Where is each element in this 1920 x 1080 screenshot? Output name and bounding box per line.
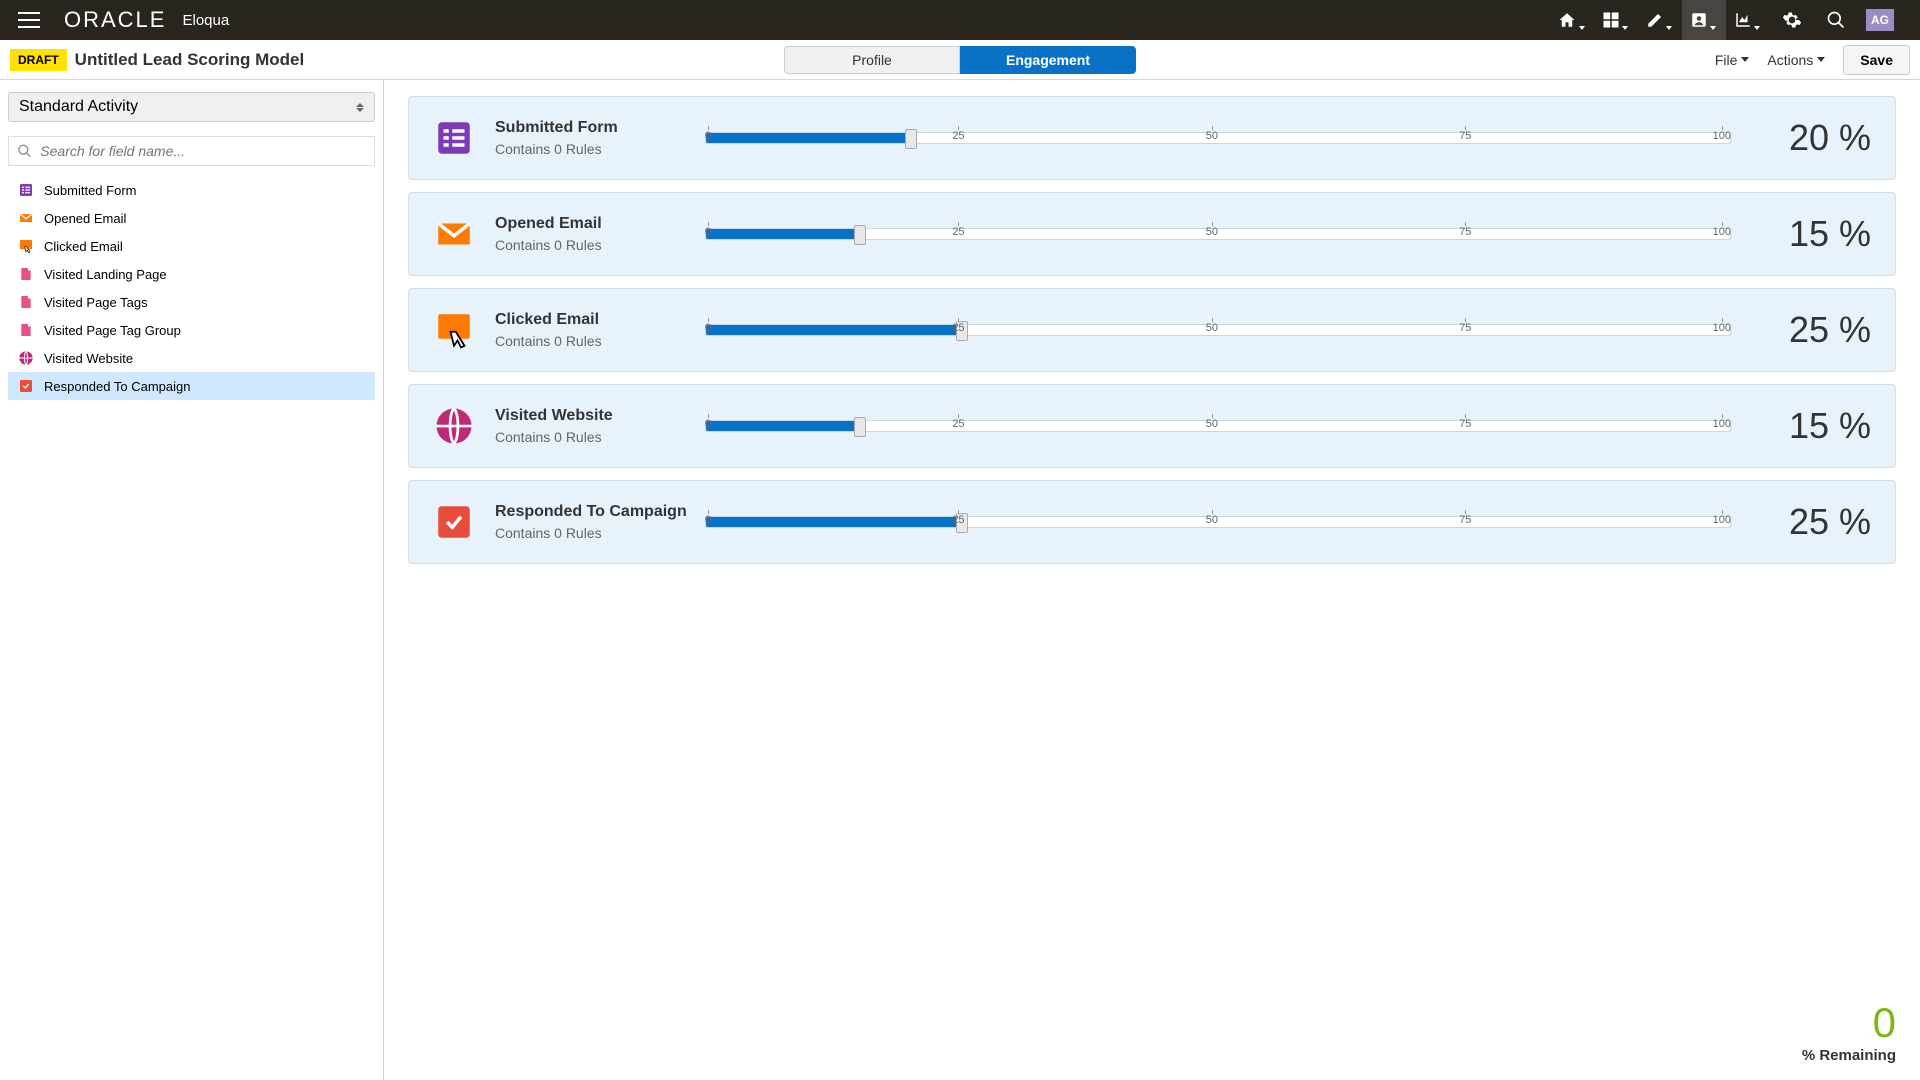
search-icon[interactable] (1814, 0, 1858, 40)
card-subtitle: Contains 0 Rules (495, 525, 705, 541)
sidebar-item[interactable]: Visited Website (8, 344, 375, 372)
globe-icon (18, 350, 34, 366)
sidebar-item-label: Visited Page Tag Group (44, 323, 181, 338)
sidebar: Standard Activity Submitted Form Opened E… (0, 80, 384, 1080)
page-icon (18, 322, 34, 338)
sidebar-item-label: Clicked Email (44, 239, 123, 254)
save-button[interactable]: Save (1843, 45, 1910, 75)
card-subtitle: Contains 0 Rules (495, 141, 705, 157)
actions-menu[interactable]: Actions (1767, 52, 1825, 68)
activity-type-label: Standard Activity (19, 98, 138, 116)
dashboard-icon[interactable] (1594, 0, 1638, 40)
weight-card: Responded To Campaign Contains 0 Rules025… (408, 480, 1896, 564)
slider-ticks: 0255075100 (705, 514, 1731, 526)
sidebar-item[interactable]: Responded To Campaign (8, 372, 375, 400)
envelope-icon (433, 213, 475, 255)
tab-profile[interactable]: Profile (784, 46, 960, 74)
weight-slider[interactable]: 0255075100 (705, 500, 1731, 544)
percent-remaining: 0 % Remaining (1802, 999, 1896, 1064)
sidebar-item[interactable]: Visited Landing Page (8, 260, 375, 288)
edit-icon[interactable] (1638, 0, 1682, 40)
card-title: Clicked Email (495, 311, 705, 329)
search-icon (17, 143, 32, 159)
weight-percent: 15 % (1731, 405, 1871, 447)
card-title: Submitted Form (495, 119, 705, 137)
global-header: ORACLE Eloqua AG (0, 0, 1920, 40)
sidebar-item-label: Submitted Form (44, 183, 136, 198)
weight-card: Opened Email Contains 0 Rules025507510015… (408, 192, 1896, 276)
sidebar-item-label: Responded To Campaign (44, 379, 190, 394)
weight-slider[interactable]: 0255075100 (705, 212, 1731, 256)
card-subtitle: Contains 0 Rules (495, 333, 705, 349)
card-subtitle: Contains 0 Rules (495, 237, 705, 253)
top-icon-row: AG (1550, 0, 1902, 40)
sidebar-item-label: Visited Landing Page (44, 267, 167, 282)
envelope-icon (18, 210, 34, 226)
reports-icon[interactable] (1726, 0, 1770, 40)
slider-ticks: 0255075100 (705, 322, 1731, 334)
card-subtitle: Contains 0 Rules (495, 429, 705, 445)
menu-icon[interactable] (18, 12, 40, 28)
sidebar-item-label: Visited Website (44, 351, 133, 366)
remaining-value: 0 (1802, 999, 1896, 1047)
form-icon (18, 182, 34, 198)
weight-card: Clicked Email Contains 0 Rules02550751002… (408, 288, 1896, 372)
tab-engagement[interactable]: Engagement (960, 46, 1136, 74)
click-icon (18, 238, 34, 254)
weight-percent: 25 % (1731, 309, 1871, 351)
draft-badge: DRAFT (10, 49, 67, 71)
form-icon (433, 117, 475, 159)
click-icon (433, 309, 475, 351)
file-menu[interactable]: File (1715, 52, 1750, 68)
sidebar-item[interactable]: Opened Email (8, 204, 375, 232)
weight-card: Visited Website Contains 0 Rules025507510… (408, 384, 1896, 468)
weight-percent: 25 % (1731, 501, 1871, 543)
product-name: Eloqua (182, 12, 229, 29)
weight-percent: 15 % (1731, 213, 1871, 255)
slider-ticks: 0255075100 (705, 418, 1731, 430)
campaign-icon (433, 501, 475, 543)
home-icon[interactable] (1550, 0, 1594, 40)
search-input[interactable] (32, 143, 366, 159)
weight-slider[interactable]: 0255075100 (705, 116, 1731, 160)
sidebar-item-label: Opened Email (44, 211, 126, 226)
sidebar-item-label: Visited Page Tags (44, 295, 148, 310)
weight-slider[interactable]: 0255075100 (705, 404, 1731, 448)
activity-list: Submitted Form Opened Email Clicked Email V… (8, 176, 375, 400)
settings-icon[interactable] (1770, 0, 1814, 40)
slider-ticks: 0255075100 (705, 226, 1731, 238)
sidebar-item[interactable]: Visited Page Tags (8, 288, 375, 316)
sidebar-item[interactable]: Submitted Form (8, 176, 375, 204)
weight-percent: 20 % (1731, 117, 1871, 159)
card-title: Visited Website (495, 407, 705, 425)
activity-type-select[interactable]: Standard Activity (8, 92, 375, 122)
page-icon (18, 294, 34, 310)
weight-card: Submitted Form Contains 0 Rules0255075100… (408, 96, 1896, 180)
page-title: Untitled Lead Scoring Model (75, 50, 305, 70)
weight-slider[interactable]: 0255075100 (705, 308, 1731, 352)
slider-ticks: 0255075100 (705, 130, 1731, 142)
tab-switcher: Profile Engagement (784, 46, 1136, 74)
main-panel: Submitted FormContains 0 Rules0255075100… (384, 80, 1920, 1080)
stepper-arrows-icon (356, 103, 364, 112)
card-title: Opened Email (495, 215, 705, 233)
contacts-icon[interactable] (1682, 0, 1726, 40)
sidebar-item[interactable]: Clicked Email (8, 232, 375, 260)
campaign-icon (18, 378, 34, 394)
user-badge[interactable]: AG (1858, 0, 1902, 40)
globe-icon (433, 405, 475, 447)
sidebar-item[interactable]: Visited Page Tag Group (8, 316, 375, 344)
page-icon (18, 266, 34, 282)
card-title: Responded To Campaign (495, 503, 705, 521)
brand-logo: ORACLE (64, 7, 166, 33)
page-title-bar: DRAFT Untitled Lead Scoring Model Profil… (0, 40, 1920, 80)
sidebar-search[interactable] (8, 136, 375, 166)
remaining-label: % Remaining (1802, 1047, 1896, 1064)
